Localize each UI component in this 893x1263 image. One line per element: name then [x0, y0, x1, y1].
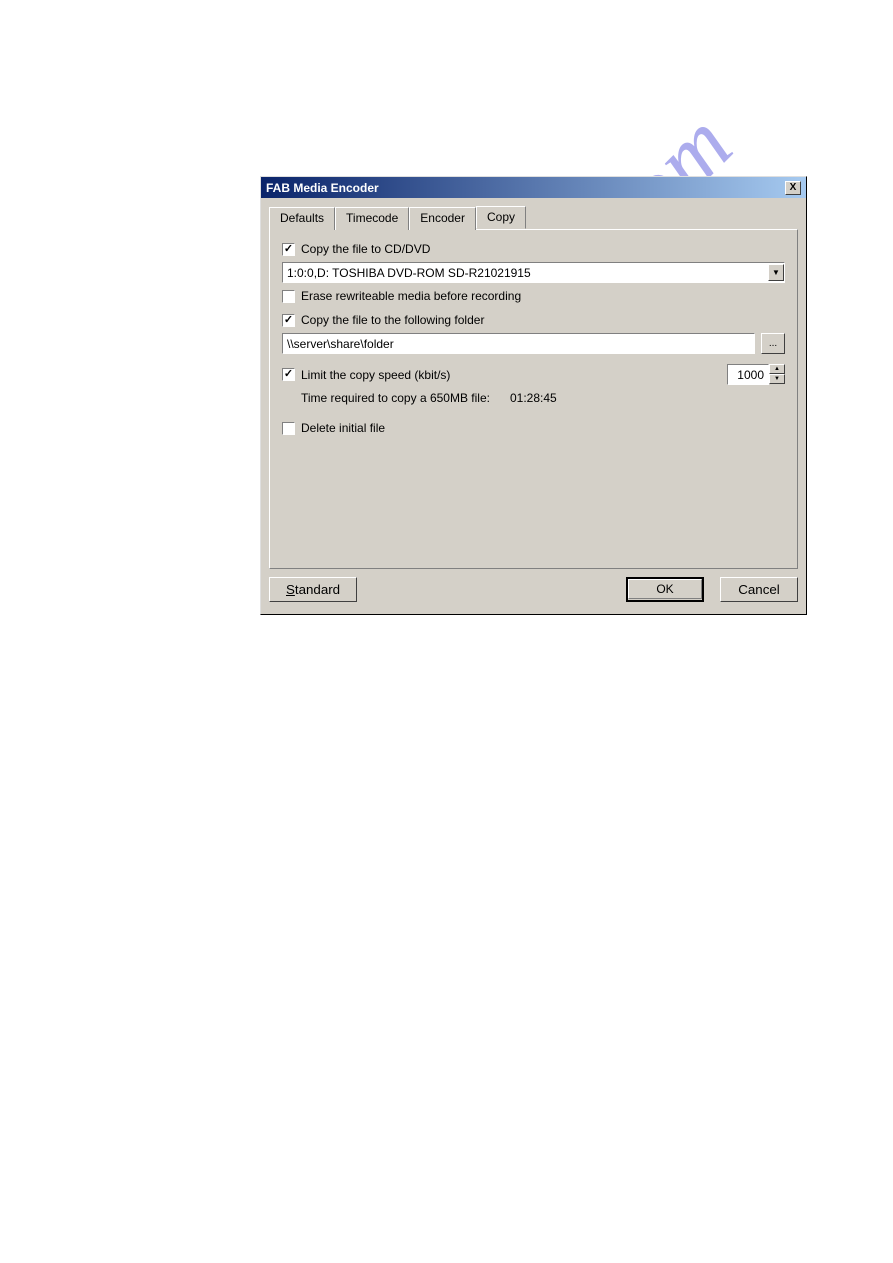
drive-dropdown[interactable]: 1:0:0,D: TOSHIBA DVD-ROM SD-R21021915 ▼: [282, 262, 785, 283]
delete-initial-label: Delete initial file: [301, 421, 385, 435]
button-row: Standard OK Cancel: [261, 577, 806, 614]
tab-strip: Defaults Timecode Encoder Copy: [269, 206, 798, 229]
tab-encoder[interactable]: Encoder: [409, 207, 476, 230]
erase-label: Erase rewriteable media before recording: [301, 289, 521, 303]
tab-copy[interactable]: Copy: [476, 206, 526, 229]
browse-button[interactable]: ...: [761, 333, 785, 354]
close-icon: X: [790, 183, 797, 193]
ok-button[interactable]: OK: [626, 577, 704, 602]
copy-to-cd-checkbox[interactable]: [282, 243, 295, 256]
folder-path-input[interactable]: [282, 333, 755, 354]
time-required-value: 01:28:45: [510, 391, 557, 405]
close-button[interactable]: X: [785, 181, 801, 195]
dialog-window: FAB Media Encoder X Defaults Timecode En…: [260, 176, 807, 615]
copy-to-folder-label: Copy the file to the following folder: [301, 313, 484, 327]
copy-to-folder-checkbox[interactable]: [282, 314, 295, 327]
erase-checkbox[interactable]: [282, 290, 295, 303]
tab-defaults[interactable]: Defaults: [269, 207, 335, 230]
limit-speed-checkbox[interactable]: [282, 368, 295, 381]
dialog-title: FAB Media Encoder: [266, 181, 379, 195]
titlebar: FAB Media Encoder X: [261, 177, 806, 198]
limit-speed-label: Limit the copy speed (kbit/s): [301, 368, 450, 382]
tab-content: Copy the file to CD/DVD 1:0:0,D: TOSHIBA…: [269, 229, 798, 569]
delete-initial-checkbox[interactable]: [282, 422, 295, 435]
tab-timecode[interactable]: Timecode: [335, 207, 409, 230]
standard-button[interactable]: Standard: [269, 577, 357, 602]
drive-selected-value: 1:0:0,D: TOSHIBA DVD-ROM SD-R21021915: [287, 266, 531, 280]
time-required-label: Time required to copy a 650MB file:: [301, 391, 490, 405]
cancel-button[interactable]: Cancel: [720, 577, 798, 602]
speed-down-button[interactable]: ▼: [769, 374, 785, 384]
speed-input[interactable]: [727, 364, 769, 385]
speed-up-button[interactable]: ▲: [769, 364, 785, 374]
dropdown-arrow-icon: ▼: [768, 264, 784, 281]
copy-to-cd-label: Copy the file to CD/DVD: [301, 242, 430, 256]
speed-spinner: ▲ ▼: [727, 364, 785, 385]
